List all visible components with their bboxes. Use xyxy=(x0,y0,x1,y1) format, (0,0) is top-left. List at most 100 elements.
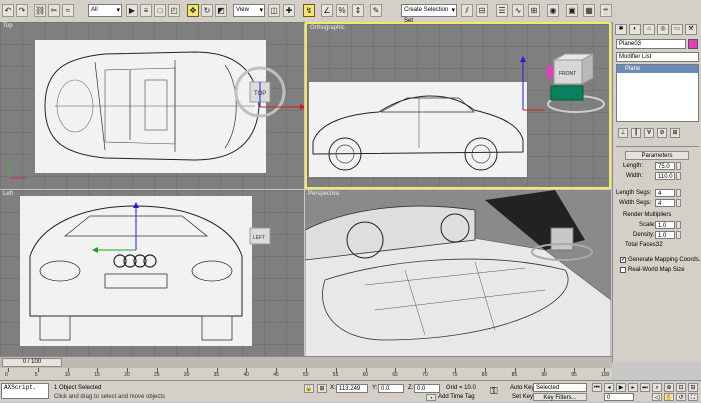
snaps-toggle-icon[interactable]: ↯ xyxy=(303,4,315,17)
zoom-extents-icon[interactable]: ⊡ xyxy=(676,383,686,392)
parameters-rollout[interactable]: Parameters xyxy=(625,151,689,160)
reference-coord-dropdown[interactable]: View xyxy=(233,4,265,17)
viewport-top[interactable]: Top TOP xyxy=(0,22,304,189)
key-set-dropdown[interactable]: Selected xyxy=(533,383,587,392)
percent-snap-icon[interactable]: % xyxy=(336,4,348,17)
configure-sets-icon[interactable]: ⊞ xyxy=(670,128,680,138)
select-by-name-icon[interactable]: ≡ xyxy=(140,4,152,17)
realworld-map-checkbox[interactable] xyxy=(620,267,626,273)
go-to-end-icon[interactable]: ⏭ xyxy=(640,383,650,392)
edit-named-sets-icon[interactable]: ✎ xyxy=(370,4,382,17)
width-segs-spinner[interactable] xyxy=(676,199,681,207)
select-object-icon[interactable]: ▶ xyxy=(126,4,138,17)
zoom-icon[interactable]: ⌕ xyxy=(652,383,662,392)
material-editor-icon[interactable]: ◉ xyxy=(547,4,559,17)
layer-manager-icon[interactable]: ☰ xyxy=(496,4,508,17)
auto-key-button[interactable]: Auto Key xyxy=(510,385,534,391)
viewport-perspective[interactable]: Perspective xyxy=(305,190,611,357)
move-gizmo-icon[interactable] xyxy=(240,82,304,132)
length-input[interactable]: 75.0 xyxy=(655,162,675,170)
display-tab-icon[interactable]: ▭ xyxy=(671,24,683,35)
viewport-left[interactable]: Left LEFT xyxy=(0,190,304,357)
spinner-snap-icon[interactable]: ⇕ xyxy=(352,4,364,17)
named-selection-dropdown[interactable]: Create Selection Set xyxy=(401,4,457,24)
viewcube-left[interactable]: LEFT xyxy=(246,224,276,250)
zoom-all-icon[interactable]: ⊕ xyxy=(664,383,674,392)
command-panel: ✱ ◐ ⌂ ◎ ▭ ⚒ Plane03 Modifier List Plane … xyxy=(612,22,701,362)
selection-filter-dropdown[interactable]: All xyxy=(88,4,122,17)
rect-selection-icon[interactable]: □ xyxy=(154,4,166,17)
object-color-swatch[interactable] xyxy=(688,39,698,49)
rendered-frame-icon[interactable]: ▦ xyxy=(583,4,595,17)
y-coordinate-input[interactable]: 0.0 xyxy=(378,384,404,393)
select-rotate-icon[interactable]: ↻ xyxy=(201,4,213,17)
modifier-list-dropdown[interactable]: Modifier List xyxy=(616,52,699,62)
schematic-view-icon[interactable]: ⊞ xyxy=(528,4,540,17)
hierarchy-tab-icon[interactable]: ⌂ xyxy=(643,24,655,35)
play-icon[interactable]: ▶ xyxy=(616,383,626,392)
undo-icon[interactable]: ↶ xyxy=(2,4,14,17)
absolute-mode-icon[interactable]: ⊞ xyxy=(317,384,327,393)
scale-spinner[interactable] xyxy=(676,221,681,229)
zoom-extents-all-icon[interactable]: ⊟ xyxy=(688,383,698,392)
track-bar[interactable]: 0 5 10 15 20 25 30 35 40 45 50 55 60 65 70 75 80 85 90 95 10… xyxy=(0,368,612,380)
render-setup-icon[interactable]: ▣ xyxy=(566,4,578,17)
scale-input[interactable]: 1.0 xyxy=(655,221,675,229)
viewport-label[interactable]: Left xyxy=(3,191,13,197)
viewcube-persp xyxy=(550,227,574,251)
align-icon[interactable]: ⊟ xyxy=(476,4,488,17)
x-coordinate-input[interactable]: 113.249 xyxy=(336,384,368,393)
utilities-tab-icon[interactable]: ⚒ xyxy=(685,24,697,35)
remove-modifier-icon[interactable]: ⊘ xyxy=(657,128,667,138)
generate-mapping-checkbox[interactable]: ✓ xyxy=(620,257,626,263)
window-crossing-icon[interactable]: ◰ xyxy=(168,4,180,17)
total-faces-label: Total Faces: xyxy=(625,242,658,248)
stack-item-plane[interactable]: Plane xyxy=(617,65,698,73)
viewport-label[interactable]: Top xyxy=(3,23,13,29)
go-to-start-icon[interactable]: ⏮ xyxy=(592,383,602,392)
z-coordinate-input[interactable]: 0.0 xyxy=(414,384,440,393)
lock-selection-icon[interactable]: 🔒 xyxy=(304,384,314,393)
unlink-icon[interactable]: ✂ xyxy=(48,4,60,17)
motion-tab-icon[interactable]: ◎ xyxy=(657,24,669,35)
quick-render-icon[interactable]: ☕ xyxy=(600,4,612,17)
density-input[interactable]: 1.0 xyxy=(655,231,675,239)
length-spinner[interactable] xyxy=(676,162,681,170)
width-spinner[interactable] xyxy=(676,172,681,180)
width-segs-input[interactable]: 4 xyxy=(655,199,675,207)
viewcube-front[interactable]: FRONT xyxy=(543,46,609,126)
length-segs-spinner[interactable] xyxy=(676,189,681,197)
select-scale-icon[interactable]: ◩ xyxy=(215,4,227,17)
viewport-orthographic[interactable]: Orthographic FRONT xyxy=(305,22,611,189)
make-unique-icon[interactable]: ∀ xyxy=(644,128,654,138)
bind-space-warp-icon[interactable]: ≈ xyxy=(62,4,74,17)
show-end-result-icon[interactable]: ┃ xyxy=(631,128,641,138)
create-tab-icon[interactable]: ✱ xyxy=(615,24,627,35)
viewport-label[interactable]: Orthographic xyxy=(310,25,345,31)
move-gizmo-icon[interactable] xyxy=(90,200,160,270)
time-slider-thumb[interactable]: 0 / 100 xyxy=(2,358,62,367)
blueprint-plane-side[interactable] xyxy=(309,82,527,177)
move-gizmo-icon[interactable] xyxy=(507,54,547,144)
maxscript-listener[interactable]: AXScript. xyxy=(1,383,49,399)
modify-tab-icon[interactable]: ◐ xyxy=(629,24,641,35)
curve-editor-icon[interactable]: ∿ xyxy=(512,4,524,17)
timeline-tick-mark xyxy=(8,368,9,372)
redo-icon[interactable]: ↷ xyxy=(16,4,28,17)
length-segs-input[interactable]: 4 xyxy=(655,189,675,197)
add-time-tag[interactable]: Add Time Tag xyxy=(438,394,475,400)
previous-frame-icon[interactable]: ◂ xyxy=(604,383,614,392)
angle-snap-icon[interactable]: ∠ xyxy=(321,4,333,17)
modifier-stack[interactable]: Plane xyxy=(616,64,699,122)
select-link-icon[interactable]: ⛓ xyxy=(34,4,46,17)
set-key-button[interactable]: Set Key xyxy=(512,394,533,400)
pivot-center-icon[interactable]: ◫ xyxy=(268,4,280,17)
next-frame-icon[interactable]: ▸ xyxy=(628,383,638,392)
density-spinner[interactable] xyxy=(676,231,681,239)
width-input[interactable]: 110.0 xyxy=(655,172,675,180)
select-manipulate-icon[interactable]: ✚ xyxy=(283,4,295,17)
mirror-icon[interactable]: ⫽ xyxy=(461,4,473,17)
pin-stack-icon[interactable]: ⊥ xyxy=(618,128,628,138)
select-move-icon[interactable]: ✥ xyxy=(187,4,199,17)
object-name-field[interactable]: Plane03 xyxy=(616,39,686,49)
